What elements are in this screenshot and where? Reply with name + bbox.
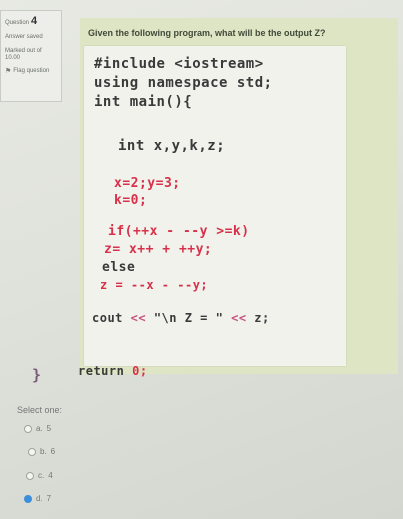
option-b-letter: b. (40, 447, 47, 456)
code-line-return: return 0; (78, 364, 148, 378)
flag-question-label: Flag question (13, 68, 50, 74)
code-cout-z: z; (254, 311, 270, 325)
question-number: 4 (31, 15, 38, 27)
option-a-value: 5 (46, 424, 52, 433)
question-label: Question (5, 20, 30, 26)
code-return-keyword: return (78, 364, 125, 378)
radio-d[interactable] (24, 494, 32, 503)
option-c-letter: c. (38, 471, 45, 480)
option-d[interactable]: d. 7 (24, 494, 51, 503)
code-line-using: using namespace std; (94, 75, 273, 91)
code-cout-string: "\n Z = " (153, 311, 224, 325)
option-c-value: 4 (48, 471, 53, 480)
code-return-value: 0; (132, 364, 148, 378)
option-a[interactable]: a. 5 (24, 424, 51, 433)
code-line-cout: cout << "\n Z = " << z; (92, 311, 270, 325)
code-line-if: if(++x - --y >=k) (108, 224, 250, 239)
code-include-header: <iostream> (174, 56, 264, 72)
code-line-z-false: z = --x - --y; (100, 278, 209, 292)
answer-status: Answer saved (5, 34, 43, 40)
option-d-value: 7 (46, 494, 52, 503)
code-line-main: int main(){ (94, 94, 193, 110)
code-closing-brace: } (32, 366, 42, 384)
code-line-include: #include <iostream> (94, 56, 264, 72)
flag-icon: ⚑ (5, 68, 12, 75)
option-b-value: 6 (50, 447, 56, 456)
option-a-letter: a. (36, 424, 43, 433)
question-text: Given the following program, what will b… (88, 28, 326, 38)
select-one-label: Select one: (17, 405, 63, 415)
code-line-assign-xy: x=2;y=3; (114, 176, 181, 191)
code-include-keyword: #include (94, 56, 166, 72)
radio-c[interactable] (26, 471, 34, 480)
marked-out-of-label: Marked out of (5, 48, 42, 54)
code-block: #include <iostream> using namespace std;… (78, 46, 346, 378)
code-line-declare: int x,y,k,z; (118, 138, 226, 154)
question-info-panel: Question 4 Answer saved Marked out of 10… (0, 10, 62, 102)
option-b[interactable]: b. 6 (28, 447, 55, 456)
code-line-assign-k: k=0; (114, 193, 148, 208)
code-cout-op1: << (130, 311, 147, 325)
code-line-else: else (102, 260, 136, 275)
code-line-z-true: z= x++ + ++y; (104, 242, 213, 257)
flag-question-button[interactable]: ⚑ Flag question (5, 67, 57, 75)
radio-a[interactable] (24, 424, 32, 433)
question-number-row: Question 4 (5, 15, 57, 27)
option-c[interactable]: c. 4 (26, 471, 53, 480)
code-cout-op2: << (231, 311, 247, 325)
option-d-letter: d. (36, 494, 43, 503)
code-cout-keyword: cout (92, 311, 123, 325)
question-content: Given the following program, what will b… (78, 18, 398, 378)
marks-value: 10.00 (5, 55, 21, 61)
radio-b[interactable] (28, 447, 36, 456)
